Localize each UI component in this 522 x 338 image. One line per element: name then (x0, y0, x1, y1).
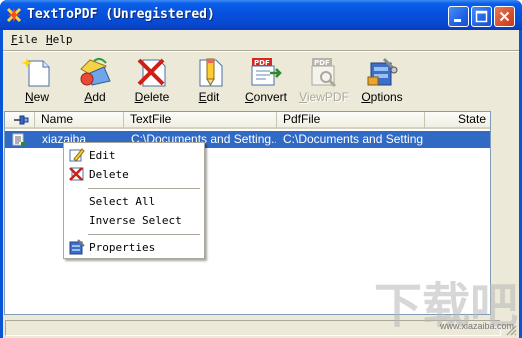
edit-icon (69, 148, 85, 162)
context-inverse-select-label: Inverse Select (89, 214, 182, 227)
options-tools-icon (367, 57, 398, 86)
convert-pdf-icon: PDF (251, 58, 282, 86)
options-label: Options (361, 90, 403, 104)
window-title: TextToPDF (Unregistered) (27, 7, 215, 22)
edit-pencil-icon (199, 58, 223, 87)
new-button[interactable]: New (8, 55, 66, 107)
viewpdf-label: ViewPDF (299, 90, 349, 104)
menu-file[interactable]: File (11, 33, 38, 46)
context-inverse-select[interactable]: Inverse Select (66, 211, 202, 229)
new-document-icon (21, 58, 50, 87)
edit-button[interactable]: Edit (180, 55, 238, 107)
column-state[interactable]: State (425, 112, 490, 129)
context-select-all[interactable]: Select All (66, 192, 202, 210)
menu-bar: File Help (3, 30, 519, 49)
context-delete[interactable]: Delete (66, 165, 202, 183)
context-menu: Edit Delete Select All Inverse Select Pr… (63, 142, 205, 259)
context-select-all-label: Select All (89, 195, 156, 208)
context-properties[interactable]: Properties (66, 238, 202, 256)
minimize-icon (454, 19, 461, 22)
context-delete-label: Delete (89, 168, 129, 181)
delete-label: Delete (134, 90, 170, 104)
add-files-icon (80, 57, 111, 86)
delete-icon (69, 167, 84, 181)
new-label: New (24, 90, 49, 104)
maximize-icon (475, 10, 488, 23)
view-pdf-icon: PDF (311, 58, 337, 87)
close-icon (499, 11, 510, 22)
pin-icon (14, 115, 29, 125)
watermark-url: www.xiazaiba.com (440, 321, 515, 331)
convert-label: Convert (244, 90, 288, 104)
cell-pdffile: C:\Documents and Setting... (283, 132, 423, 146)
column-pdffile[interactable]: PdfFile (277, 112, 425, 129)
column-pin[interactable] (5, 112, 35, 129)
convert-button[interactable]: PDF Convert (237, 55, 295, 107)
title-bar[interactable]: TextToPDF (Unregistered) (0, 0, 522, 30)
context-properties-label: Properties (89, 241, 156, 254)
context-edit[interactable]: Edit (66, 146, 202, 164)
context-separator (88, 234, 200, 235)
delete-button[interactable]: Delete (123, 55, 181, 107)
list-header: Name TextFile PdfFile State (5, 112, 490, 129)
column-name[interactable]: Name (35, 112, 124, 129)
context-separator (88, 188, 200, 189)
flash-icon (6, 7, 22, 23)
column-textfile[interactable]: TextFile (124, 112, 277, 129)
options-button[interactable]: Options (353, 55, 411, 107)
menu-help[interactable]: Help (46, 33, 73, 46)
add-button[interactable]: Add (66, 55, 124, 107)
add-label: Add (84, 90, 106, 104)
maximize-button[interactable] (471, 6, 492, 27)
toolbar: New Add Delete Edit PDF Convert PDF View… (3, 52, 519, 108)
delete-icon (137, 58, 166, 87)
cell-state (429, 131, 487, 148)
edit-label: Edit (198, 90, 220, 104)
row-item-icon (12, 133, 25, 146)
properties-icon (69, 239, 85, 255)
minimize-button[interactable] (448, 6, 469, 27)
close-button[interactable] (494, 6, 515, 27)
context-edit-label: Edit (89, 149, 116, 162)
viewpdf-button[interactable]: PDF ViewPDF (295, 55, 353, 107)
app-window: TextToPDF (Unregistered) File Help New A… (0, 0, 522, 338)
